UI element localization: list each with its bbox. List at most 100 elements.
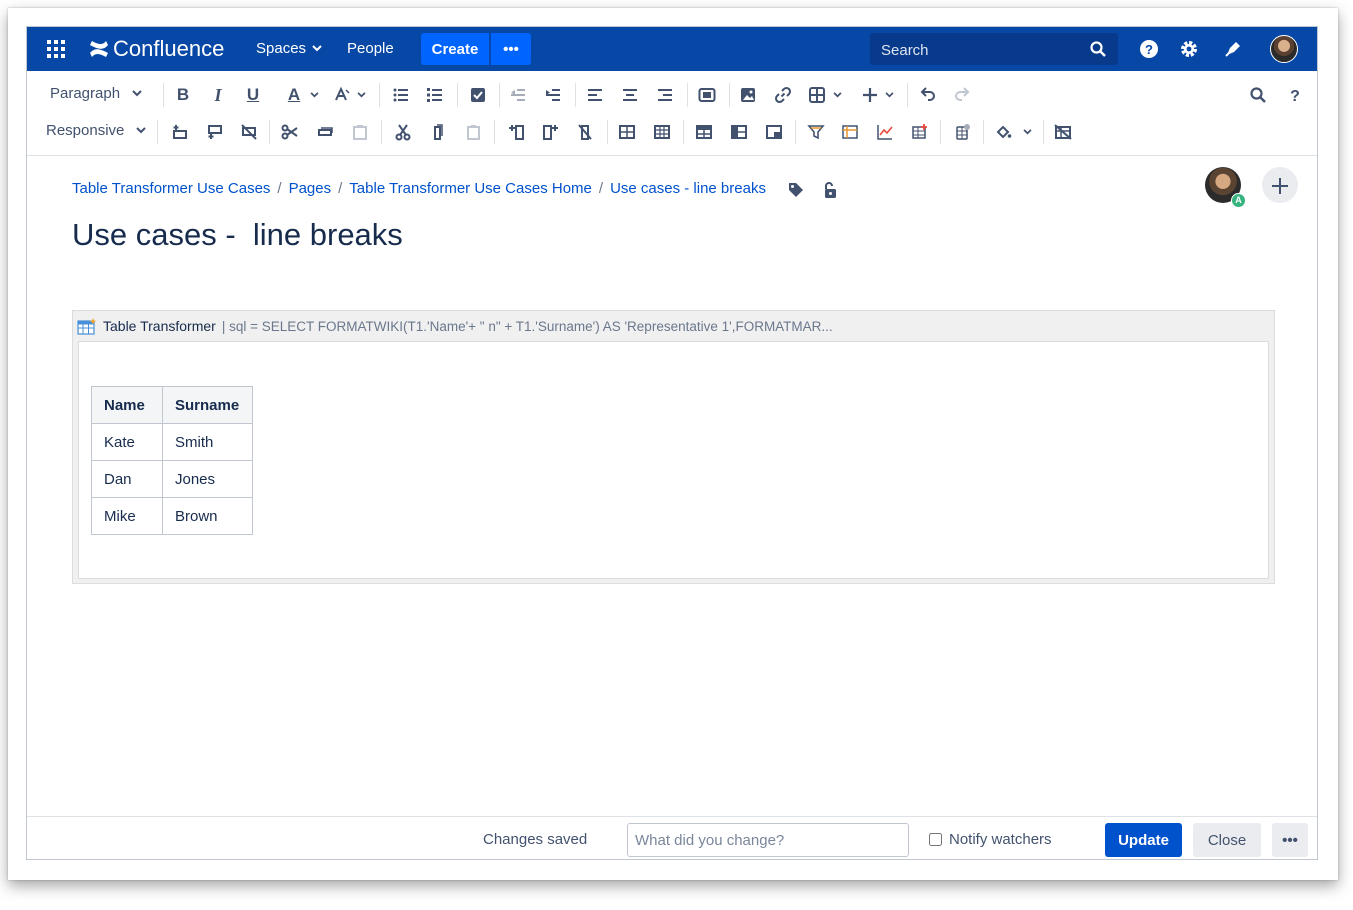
table-cell[interactable]: Kate [91,423,163,461]
insert-link-icon[interactable] [770,83,796,107]
paragraph-style-label: Paragraph [50,85,121,102]
breadcrumb-item-pages[interactable]: Pages [289,180,332,197]
header-column-icon[interactable] [726,120,752,144]
indent-icon[interactable] [540,83,566,107]
column-cut-icon[interactable] [390,120,416,144]
gear-icon[interactable] [1179,39,1199,59]
table-cell[interactable]: Dan [91,460,163,498]
table-cell[interactable]: Smith [162,423,253,461]
redo-icon[interactable] [949,83,975,107]
toolbar-divider [983,120,984,144]
app-switcher-icon[interactable] [47,40,65,58]
insert-more-icon[interactable] [857,83,883,107]
table-row: Dan Jones [91,460,253,498]
bullet-list-icon[interactable] [388,83,414,107]
table-transform-icon[interactable] [949,120,975,144]
merge-cells-icon[interactable] [614,120,640,144]
column-copy-icon[interactable] [425,120,451,144]
close-button[interactable]: Close [1193,823,1261,857]
clear-formatting-icon[interactable] [329,83,355,107]
chevron-down-icon[interactable] [833,92,842,98]
user-avatar[interactable] [1270,35,1298,63]
notify-watchers-checkbox[interactable] [929,833,942,846]
header-row-icon[interactable] [691,120,717,144]
pivot-table-icon[interactable] [837,120,863,144]
italic-button[interactable]: I [205,83,231,107]
insert-image-icon[interactable] [735,83,761,107]
macro-name: Table Transformer [103,318,216,334]
search-box[interactable] [870,33,1118,67]
find-replace-icon[interactable] [1245,83,1271,107]
table-header-name[interactable]: Name [91,386,163,424]
align-center-icon[interactable] [617,83,643,107]
bold-button[interactable]: B [170,83,196,107]
notify-watchers-label: Notify watchers [949,831,1052,848]
table-width-dropdown[interactable]: Responsive [46,122,147,139]
notifications-icon[interactable] [1223,39,1243,59]
table-filter-icon[interactable] [803,120,829,144]
insert-table-icon[interactable] [804,83,830,107]
chevron-down-icon[interactable] [357,92,366,98]
column-delete-icon[interactable] [572,120,598,144]
cell-highlight-icon[interactable] [761,120,787,144]
outdent-icon[interactable] [505,83,531,107]
row-delete-icon[interactable] [236,120,262,144]
version-comment-input[interactable] [627,823,909,857]
cell-color-icon[interactable] [990,120,1016,144]
people-link[interactable]: People [347,40,394,57]
underline-button[interactable]: U [240,83,266,107]
delete-table-icon[interactable] [1050,120,1076,144]
more-actions-button[interactable]: ••• [1272,823,1308,857]
help-icon[interactable]: ? [1139,39,1159,59]
row-paste-icon[interactable] [347,120,373,144]
table-chart-icon[interactable] [872,120,898,144]
row-cut-icon[interactable] [277,120,303,144]
row-insert-below-icon[interactable] [202,120,228,144]
row-insert-above-icon[interactable] [167,120,193,144]
column-insert-before-icon[interactable] [504,120,530,144]
chevron-down-icon [136,127,147,134]
row-copy-icon[interactable] [312,120,338,144]
column-paste-icon[interactable] [460,120,486,144]
undo-icon[interactable] [915,83,941,107]
page-layout-icon[interactable] [694,83,720,107]
page-title[interactable]: Use cases - line breaks [72,217,403,253]
spaces-menu[interactable]: Spaces [256,40,322,57]
unlock-icon[interactable] [822,182,838,199]
notify-watchers[interactable]: Notify watchers [929,831,1052,848]
label-tag-icon[interactable] [788,182,804,198]
breadcrumb-item-current[interactable]: Use cases - line breaks [610,180,766,197]
search-input[interactable] [870,33,1093,67]
align-left-icon[interactable] [582,83,608,107]
macro-header[interactable]: Table Transformer | sql = SELECT FORMATW… [77,315,833,337]
chevron-down-icon[interactable] [310,92,319,98]
confluence-logo[interactable]: Confluence [89,36,224,62]
invite-collaborator-button[interactable] [1262,167,1298,203]
column-insert-after-icon[interactable] [537,120,563,144]
align-right-icon[interactable] [652,83,678,107]
text-color-button[interactable]: A [281,83,307,107]
table-cell[interactable]: Jones [162,460,253,498]
numbered-list-icon[interactable] [422,83,448,107]
chevron-down-icon[interactable] [1023,129,1032,135]
create-more-button[interactable]: ••• [491,33,531,65]
table-header-surname[interactable]: Surname [162,386,253,424]
paragraph-style-dropdown[interactable]: Paragraph [50,85,142,102]
split-cells-icon[interactable] [649,120,675,144]
update-button[interactable]: Update [1105,823,1182,857]
task-list-icon[interactable] [465,83,491,107]
confluence-logo-icon [90,41,108,57]
help-shortcuts-icon[interactable]: ? [1282,83,1308,107]
create-button[interactable]: Create [421,33,489,65]
breadcrumb-item-home[interactable]: Table Transformer Use Cases Home [349,180,592,197]
table-cell[interactable]: Mike [91,497,163,535]
breadcrumb-item-space[interactable]: Table Transformer Use Cases [72,180,270,197]
table-transformer-macro[interactable]: Table Transformer | sql = SELECT FORMATW… [72,310,1275,584]
product-name: Confluence [113,36,225,61]
toolbar-divider [607,120,608,144]
macro-body[interactable]: Name Surname Kate Smith Dan Jones Mike B… [78,341,1269,579]
search-icon[interactable] [1090,41,1106,57]
table-cell[interactable]: Brown [162,497,253,535]
table-spreadsheet-icon[interactable] [907,120,933,144]
chevron-down-icon[interactable] [885,92,894,98]
